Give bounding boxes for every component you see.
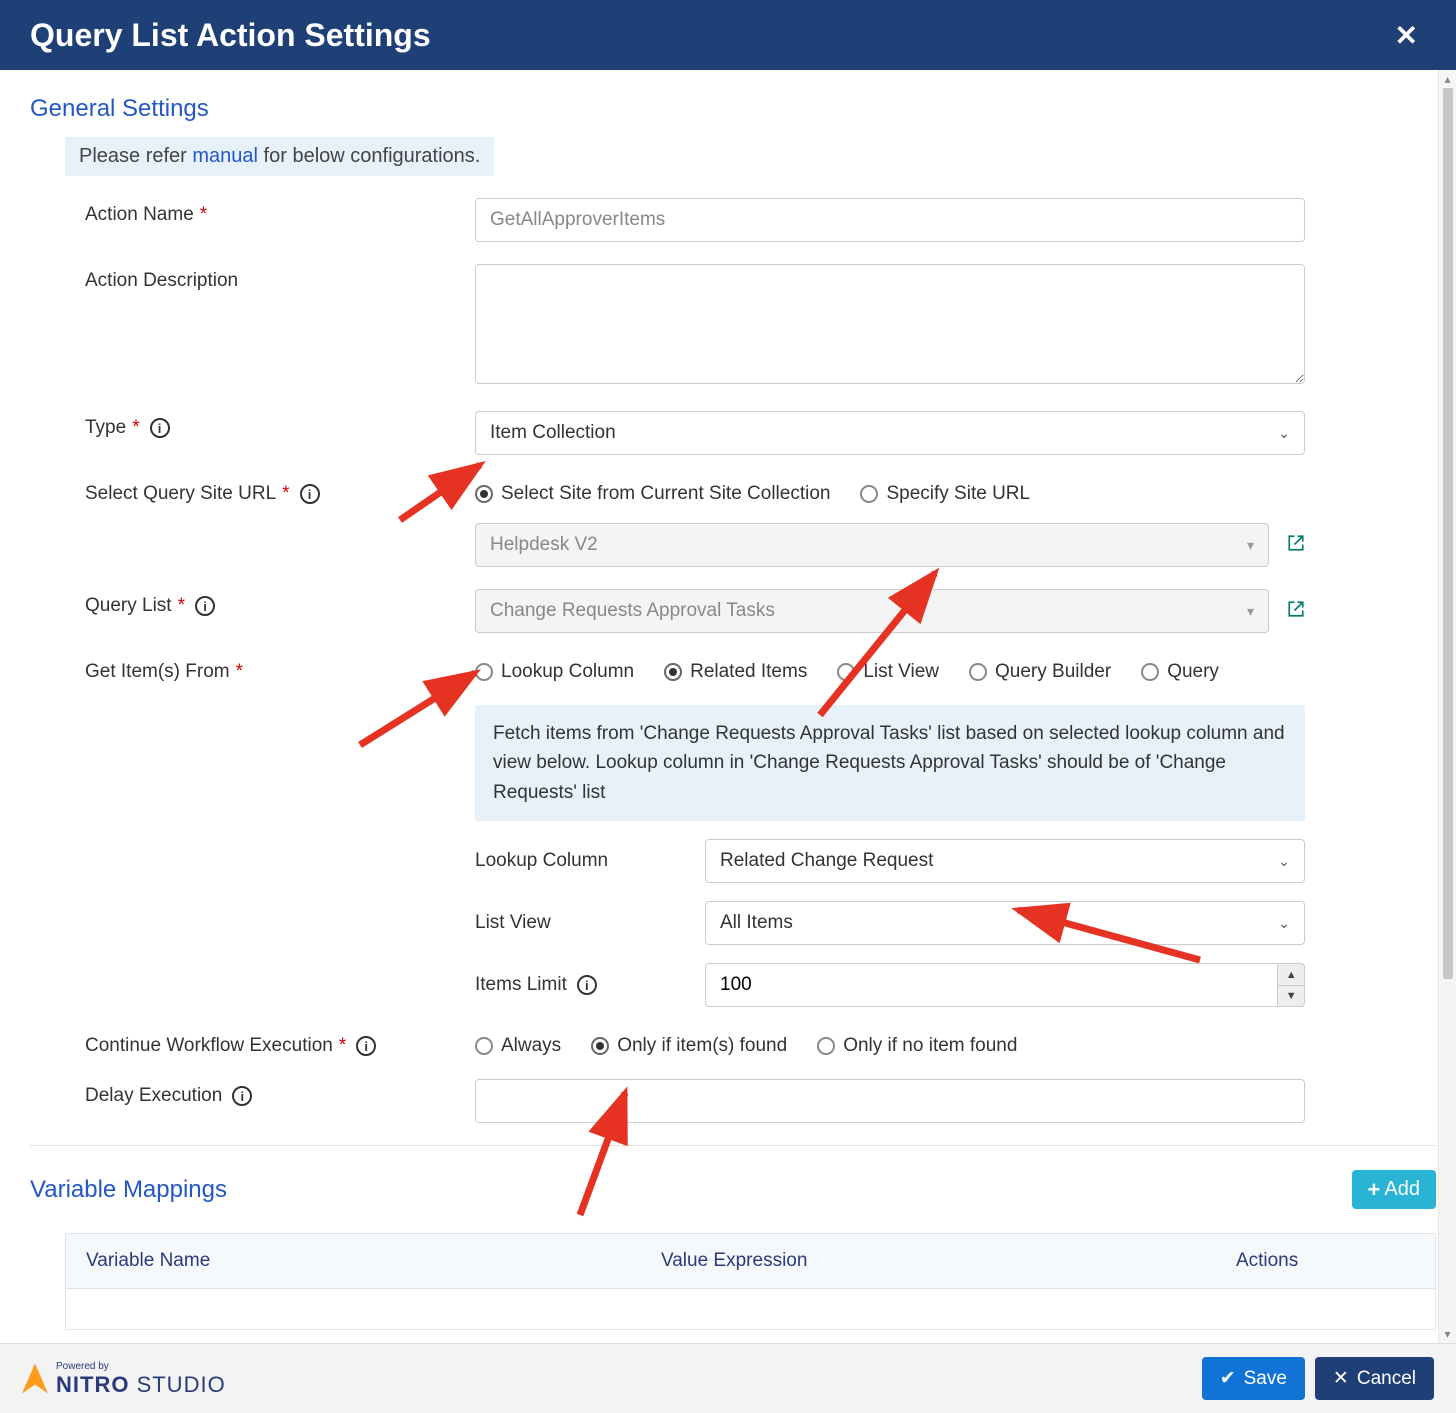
delay-execution-input[interactable] bbox=[475, 1079, 1305, 1123]
radio-always[interactable]: Always bbox=[475, 1035, 561, 1057]
radio-dot-icon bbox=[475, 1037, 493, 1055]
cancel-button[interactable]: ✕ Cancel bbox=[1315, 1357, 1434, 1400]
spinner-up-icon[interactable]: ▲ bbox=[1278, 964, 1304, 986]
info-icon[interactable]: i bbox=[195, 596, 215, 616]
vertical-scrollbar[interactable]: ▴ ▾ bbox=[1438, 70, 1456, 1343]
banner-text-prefix: Please refer bbox=[79, 145, 192, 167]
external-link-icon[interactable] bbox=[1287, 600, 1305, 623]
help-banner: Please refer manual for below configurat… bbox=[65, 137, 494, 176]
label-delay-execution: Delay Execution i bbox=[85, 1079, 475, 1107]
chevron-down-icon: ▾ bbox=[1247, 537, 1254, 554]
info-icon[interactable]: i bbox=[356, 1036, 376, 1056]
label-type: Type* i bbox=[85, 411, 475, 439]
banner-text-suffix: for below configurations. bbox=[258, 145, 480, 167]
items-limit-spinner[interactable]: ▲ ▼ bbox=[1278, 963, 1305, 1007]
action-name-input[interactable] bbox=[475, 198, 1305, 242]
info-icon[interactable]: i bbox=[150, 418, 170, 438]
close-icon[interactable]: ✕ bbox=[1387, 15, 1426, 56]
section-divider bbox=[30, 1145, 1436, 1146]
modal-footer: Powered by NITRO STUDIO ✔ Save ✕ Cancel bbox=[0, 1343, 1456, 1413]
action-description-textarea[interactable] bbox=[475, 264, 1305, 384]
section-varmap-title: Variable Mappings bbox=[30, 1176, 227, 1204]
col-actions: Actions bbox=[1216, 1234, 1435, 1288]
type-select[interactable]: Item Collection ⌄ bbox=[475, 411, 1305, 455]
label-query-list: Query List* i bbox=[85, 589, 475, 617]
spinner-down-icon[interactable]: ▼ bbox=[1278, 986, 1304, 1007]
external-link-icon[interactable] bbox=[1287, 534, 1305, 557]
logo-icon bbox=[22, 1364, 48, 1394]
radio-dot-selected-icon bbox=[591, 1037, 609, 1055]
label-action-description: Action Description bbox=[85, 264, 475, 292]
radio-related-items[interactable]: Related Items bbox=[664, 661, 807, 683]
radio-dot-icon bbox=[1141, 663, 1159, 681]
info-icon[interactable]: i bbox=[300, 484, 320, 504]
col-value-expression: Value Expression bbox=[641, 1234, 1216, 1288]
get-items-info-box: Fetch items from 'Change Requests Approv… bbox=[475, 705, 1305, 821]
scroll-down-icon[interactable]: ▾ bbox=[1444, 1327, 1450, 1341]
lookup-column-select[interactable]: Related Change Request ⌄ bbox=[705, 839, 1305, 883]
label-items-limit: Items Limit i bbox=[475, 974, 685, 996]
radio-dot-icon bbox=[475, 663, 493, 681]
items-limit-input[interactable] bbox=[705, 963, 1278, 1007]
radio-site-current[interactable]: Select Site from Current Site Collection bbox=[475, 483, 830, 505]
section-general-title: General Settings bbox=[30, 95, 1436, 123]
varmap-empty-body bbox=[66, 1289, 1435, 1329]
radio-dot-icon bbox=[860, 485, 878, 503]
radio-query-builder[interactable]: Query Builder bbox=[969, 661, 1111, 683]
radio-dot-selected-icon bbox=[475, 485, 493, 503]
scroll-up-icon[interactable]: ▴ bbox=[1444, 72, 1450, 86]
chevron-down-icon: ⌄ bbox=[1278, 915, 1290, 932]
label-lookup-column: Lookup Column bbox=[475, 850, 685, 872]
radio-dot-selected-icon bbox=[664, 663, 682, 681]
radio-only-if-found[interactable]: Only if item(s) found bbox=[591, 1035, 787, 1057]
scroll-thumb[interactable] bbox=[1443, 88, 1453, 979]
nitro-studio-logo: Powered by NITRO STUDIO bbox=[22, 1362, 226, 1396]
manual-link[interactable]: manual bbox=[192, 145, 258, 167]
label-action-name: Action Name* bbox=[85, 198, 475, 226]
radio-only-if-none[interactable]: Only if no item found bbox=[817, 1035, 1017, 1057]
info-icon[interactable]: i bbox=[232, 1086, 252, 1106]
chevron-down-icon: ⌄ bbox=[1278, 425, 1290, 442]
chevron-down-icon: ⌄ bbox=[1278, 853, 1290, 870]
modal-title: Query List Action Settings bbox=[30, 17, 431, 54]
radio-list-view[interactable]: List View bbox=[837, 661, 939, 683]
modal-titlebar: Query List Action Settings ✕ bbox=[0, 0, 1456, 70]
check-icon: ✔ bbox=[1220, 1367, 1236, 1390]
chevron-down-icon: ▾ bbox=[1247, 603, 1254, 620]
list-view-select[interactable]: All Items ⌄ bbox=[705, 901, 1305, 945]
radio-dot-icon bbox=[969, 663, 987, 681]
varmap-table: Variable Name Value Expression Actions bbox=[65, 1233, 1436, 1330]
radio-lookup-column[interactable]: Lookup Column bbox=[475, 661, 634, 683]
close-icon: ✕ bbox=[1333, 1367, 1349, 1390]
info-icon[interactable]: i bbox=[577, 975, 597, 995]
required-marker: * bbox=[200, 204, 207, 226]
label-query-site-url: Select Query Site URL* i bbox=[85, 477, 475, 505]
col-variable-name: Variable Name bbox=[66, 1234, 641, 1288]
label-continue-workflow: Continue Workflow Execution* i bbox=[85, 1029, 475, 1057]
add-variable-button[interactable]: + Add bbox=[1352, 1170, 1436, 1209]
plus-icon: + bbox=[1368, 1179, 1381, 1201]
radio-query[interactable]: Query bbox=[1141, 661, 1219, 683]
radio-dot-icon bbox=[837, 663, 855, 681]
radio-site-specify[interactable]: Specify Site URL bbox=[860, 483, 1030, 505]
label-get-items-from: Get Item(s) From* bbox=[85, 655, 475, 683]
query-list-select[interactable]: Change Requests Approval Tasks ▾ bbox=[475, 589, 1269, 633]
label-list-view: List View bbox=[475, 912, 685, 934]
radio-dot-icon bbox=[817, 1037, 835, 1055]
site-collection-select[interactable]: Helpdesk V2 ▾ bbox=[475, 523, 1269, 567]
save-button[interactable]: ✔ Save bbox=[1202, 1357, 1305, 1400]
